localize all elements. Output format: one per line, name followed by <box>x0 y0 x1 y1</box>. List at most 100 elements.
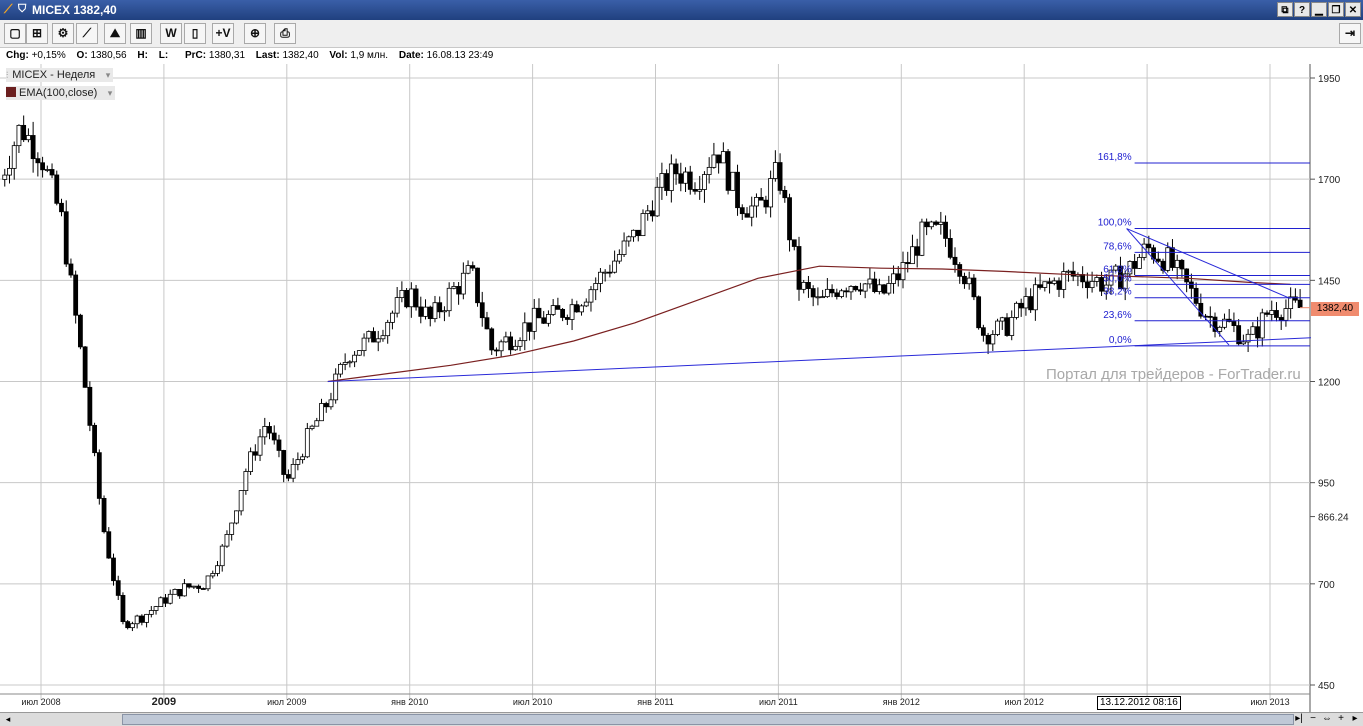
candle-body <box>111 557 116 582</box>
candle-body <box>408 288 414 308</box>
candle-body <box>602 271 608 274</box>
candle-body <box>616 254 622 262</box>
legend-ema[interactable]: EMA(100,close) ▾ <box>6 86 116 100</box>
candle-body <box>73 274 79 316</box>
candle-body <box>1259 312 1265 339</box>
y-tick-label: 1450 <box>1318 276 1341 287</box>
minimize-icon[interactable]: ▁ <box>1311 2 1327 17</box>
candle-button[interactable]: ▯ <box>184 23 206 44</box>
x-tick-label: июл 2008 <box>21 697 60 707</box>
candle-body <box>645 210 651 214</box>
candle-body <box>900 262 906 281</box>
indicator-chart-button[interactable]: ⛰ <box>104 23 126 44</box>
candle-body <box>399 290 405 299</box>
new-chart-button[interactable]: ▢ <box>4 23 26 44</box>
x-tick-label: янв 2011 <box>637 697 673 707</box>
candle-body <box>517 340 523 347</box>
candle-body <box>1231 321 1237 326</box>
prev-close-label: PrC: <box>184 50 207 61</box>
candle-body <box>536 307 542 319</box>
chevron-down-icon[interactable]: ▾ <box>106 68 111 82</box>
candle-body <box>659 173 665 188</box>
scroll-left-icon[interactable]: ◂ <box>2 714 14 725</box>
print-button[interactable]: ⎙ <box>274 23 296 44</box>
candle-body <box>205 575 211 590</box>
y-tick-label: 1950 <box>1318 74 1341 85</box>
candle-body <box>465 265 471 274</box>
restore-icon[interactable]: ⧉ <box>1277 2 1293 17</box>
candle-body <box>654 186 660 217</box>
chg-label: Chg: <box>6 50 29 61</box>
candle-body <box>385 321 391 337</box>
candle-body <box>139 615 145 623</box>
panel-toggle-button[interactable]: ⇥ <box>1339 23 1361 44</box>
candle-body <box>668 163 674 191</box>
candle-body <box>78 314 83 348</box>
zoom-fit-icon[interactable]: ⇔ <box>1321 713 1333 725</box>
legend-main[interactable]: ⫶ MICEX - Неделя ▾ <box>6 68 114 82</box>
scroll-end-icon[interactable]: ▸ <box>1349 713 1361 725</box>
candle-body <box>267 426 272 434</box>
candle-body <box>839 290 844 297</box>
candle-body <box>976 296 982 329</box>
close-icon[interactable]: ✕ <box>1345 2 1361 17</box>
candle-body <box>182 583 187 597</box>
candle-body <box>82 346 88 388</box>
candle-body <box>30 135 36 160</box>
candle-body <box>527 322 532 332</box>
candle-body <box>115 580 121 596</box>
candle-body <box>990 334 996 345</box>
candle-body <box>579 305 584 313</box>
price-chart[interactable]: 1950 1700 1450 1200 950 700 450 866.24 июл 2008 2… <box>0 64 1363 712</box>
crosshair-button[interactable]: ⊕ <box>244 23 266 44</box>
candle-body <box>763 199 769 208</box>
low-label: L: <box>158 50 169 61</box>
settings-button[interactable]: ⚙ <box>52 23 74 44</box>
candle-body <box>598 271 603 284</box>
zoom-in-icon[interactable]: + <box>1335 713 1347 725</box>
candle-body <box>281 450 287 475</box>
candle-body <box>1170 247 1175 268</box>
add-indicator-button[interactable]: ⊞ <box>26 23 48 44</box>
candle-body <box>49 169 55 176</box>
fib-level-label: 38,2% <box>1103 287 1131 298</box>
chart-area[interactable]: 1950 1700 1450 1200 950 700 450 866.24 июл 2008 2… <box>0 64 1363 712</box>
open-value: 1380,56 <box>90 50 127 61</box>
candle-body <box>442 310 447 313</box>
draw-line-button[interactable]: ⟋ <box>76 23 98 44</box>
help-icon[interactable]: ? <box>1294 2 1310 17</box>
candle-body <box>1028 296 1034 311</box>
candle-body <box>475 267 480 304</box>
high-label: H: <box>137 50 148 61</box>
chevron-down-icon[interactable]: ▾ <box>108 86 113 100</box>
volume-button[interactable]: +V <box>212 23 234 44</box>
candle-body <box>309 425 315 430</box>
candle-body <box>1250 326 1256 335</box>
chart-app-icon: ⟋ <box>4 2 13 16</box>
toolbar: ▢ ⊞ ⚙ ⟋ ⛰ ▥ W ▯ +V ⊕ ⎙ ⇥ <box>0 20 1363 48</box>
candle-body <box>172 588 178 595</box>
scrollbar-thumb[interactable] <box>122 714 1294 725</box>
candle-body <box>569 304 575 320</box>
weekly-button[interactable]: W <box>160 23 182 44</box>
candle-body <box>806 281 811 289</box>
candle-body <box>148 610 154 615</box>
candle-body <box>248 451 253 472</box>
candle-body <box>876 284 882 292</box>
time-scrollbar[interactable]: ◂ ▸| − ⇔ + ▸ <box>0 712 1363 726</box>
scroll-right-icon[interactable]: ▸| <box>1293 713 1305 725</box>
zoom-out-icon[interactable]: − <box>1307 713 1319 725</box>
candle-body <box>650 210 655 217</box>
candle-body <box>621 240 627 255</box>
candle-body <box>286 474 291 479</box>
bar-chart-button[interactable]: ▥ <box>130 23 152 44</box>
ema-color-swatch <box>6 87 16 97</box>
candle-body <box>1023 296 1029 309</box>
candle-body <box>479 302 485 319</box>
candle-body <box>92 424 97 454</box>
candle-body <box>768 178 774 208</box>
fib-level-label: 0,0% <box>1109 335 1132 346</box>
y-extra-label: 866.24 <box>1318 513 1349 524</box>
candle-body <box>470 265 476 269</box>
maximize-icon[interactable]: ❐ <box>1328 2 1344 17</box>
